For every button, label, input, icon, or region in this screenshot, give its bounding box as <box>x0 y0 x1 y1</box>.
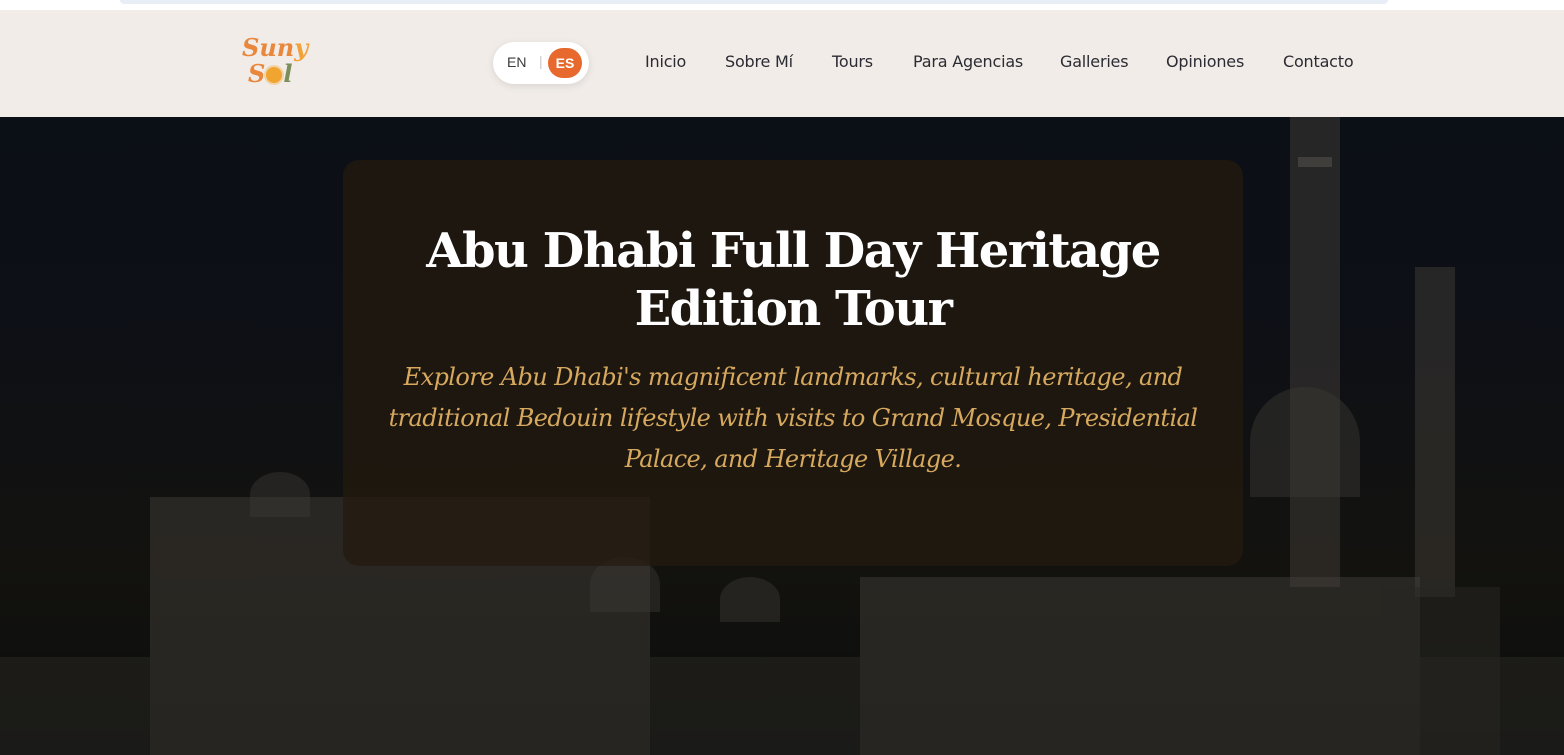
nav-item-inicio[interactable]: Inicio <box>645 52 686 71</box>
top-strip-bar <box>120 0 1388 4</box>
hero-section: Abu Dhabi Full Day Heritage Edition Tour… <box>0 117 1564 755</box>
hero-card: Abu Dhabi Full Day Heritage Edition Tour… <box>343 160 1243 566</box>
language-en-button[interactable]: EN <box>507 54 526 70</box>
sun-y-sol-logo[interactable]: Suny Sl <box>240 34 320 94</box>
nav-item-galleries[interactable]: Galleries <box>1060 52 1129 71</box>
sun-icon <box>266 67 283 83</box>
tour-title: Abu Dhabi Full Day Heritage Edition Tour <box>426 223 1161 337</box>
browser-top-strip <box>0 0 1564 10</box>
nav-item-para-agencias[interactable]: Para Agencias <box>913 52 1023 71</box>
tour-subtitle: Explore Abu Dhabi's magnificent landmark… <box>388 363 1198 473</box>
nav-item-opiniones[interactable]: Opiniones <box>1166 52 1244 71</box>
logo-line-1: Suny <box>242 33 309 62</box>
logo-line-2: Sl <box>248 59 293 88</box>
nav-item-sobre-mi[interactable]: Sobre Mí <box>725 52 793 71</box>
nav-item-tours[interactable]: Tours <box>832 52 873 71</box>
site-header: Suny Sl EN | ES Inicio Sobre Mí Tours Pa… <box>0 10 1564 117</box>
language-separator: | <box>539 53 543 69</box>
language-es-button[interactable]: ES <box>548 48 582 78</box>
language-switcher: EN | ES <box>493 42 589 84</box>
nav-item-contacto[interactable]: Contacto <box>1283 52 1354 71</box>
